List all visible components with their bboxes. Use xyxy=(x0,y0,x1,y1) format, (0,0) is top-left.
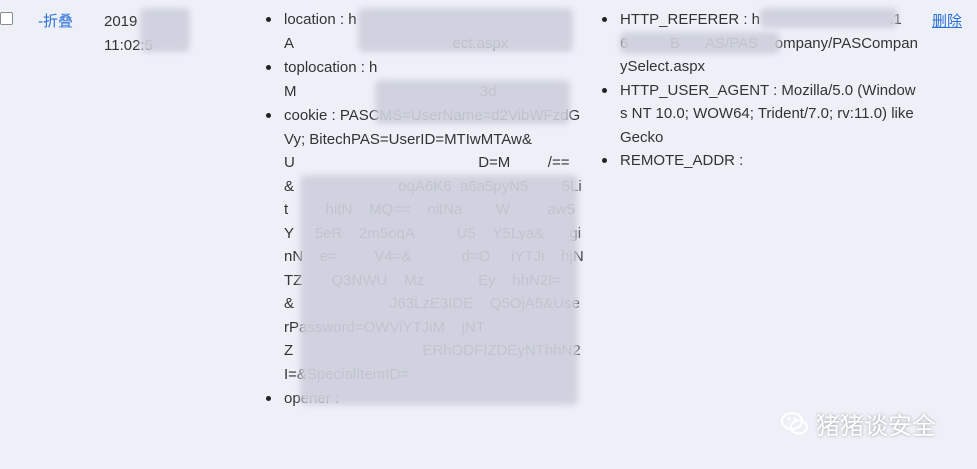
log-entry-row: -折叠 2019 11:02:5 location : h A ect.aspx… xyxy=(0,0,977,469)
delete-link[interactable]: 删除 xyxy=(932,10,962,31)
collapse-link[interactable]: -折叠 xyxy=(38,10,73,31)
redaction-cookie xyxy=(300,175,578,405)
field-remote-addr: REMOTE_ADDR : xyxy=(600,149,918,173)
redaction-referer-2 xyxy=(620,32,780,54)
redaction-date xyxy=(140,8,190,52)
field-user-agent: HTTP_USER_AGENT : Mozilla/5.0 (Windows N… xyxy=(600,79,918,150)
watermark-text: 猪猪谈安全 xyxy=(816,413,936,440)
select-checkbox[interactable] xyxy=(0,12,13,25)
wechat-icon xyxy=(781,411,808,434)
watermark: 猪猪谈安全 xyxy=(780,406,936,441)
redaction-location xyxy=(358,8,573,52)
redaction-referer xyxy=(760,8,898,28)
redaction-toplocation xyxy=(375,80,570,124)
